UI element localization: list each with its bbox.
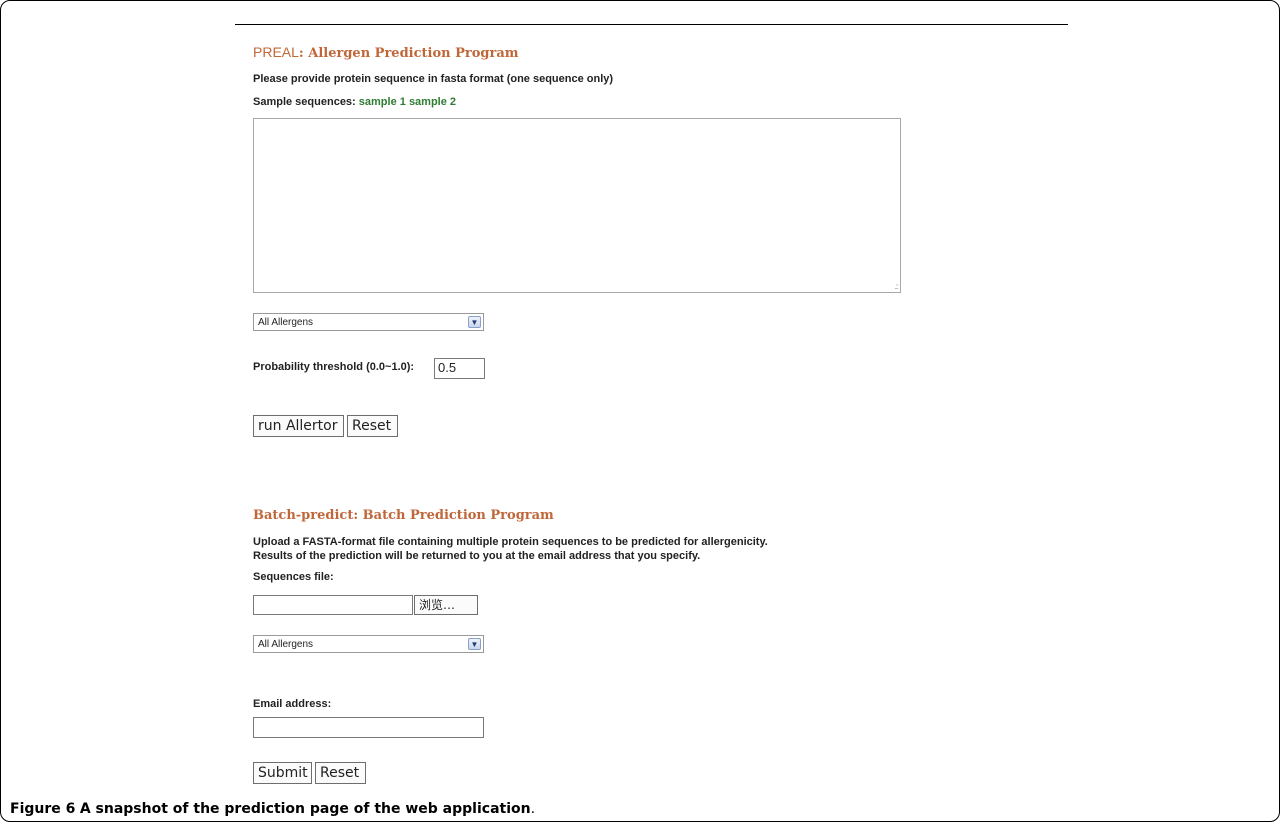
figure-caption-text: A snapshot of the prediction page of the… [79, 801, 531, 817]
figure-caption: Figure 6 A snapshot of the prediction pa… [10, 801, 535, 817]
figure-caption-period: . [530, 801, 536, 817]
preal-reset-button[interactable]: Reset [347, 415, 398, 437]
preal-heading: PREAL: Allergen Prediction Program [253, 44, 519, 61]
threshold-input[interactable]: 0.5 [434, 358, 485, 379]
batch-allergen-type-select[interactable]: All Allergens ▼ [253, 635, 484, 653]
threshold-label: Probability threshold (0.0~1.0): [253, 361, 415, 373]
browse-file-button[interactable]: 浏览… [414, 595, 478, 615]
allergen-type-select-value: All Allergens [258, 317, 314, 328]
preal-heading-rest: : Allergen Prediction Program [298, 46, 519, 61]
preal-heading-brand: PREAL [253, 44, 299, 60]
sequences-file-label: Sequences file: [253, 571, 334, 583]
email-address-label: Email address: [253, 698, 332, 710]
batch-allergen-type-select-value: All Allergens [258, 639, 314, 650]
sample-2-link[interactable]: sample 2 [409, 96, 456, 108]
run-allertor-button[interactable]: run Allertor [253, 415, 344, 437]
screenshot-top-border [235, 24, 1068, 25]
batch-heading: Batch-predict: Batch Prediction Program [253, 508, 554, 523]
batch-instruction-line1: Upload a FASTA-format file containing mu… [253, 536, 768, 548]
batch-instruction-line2: Results of the prediction will be return… [253, 550, 701, 562]
sample-1-link[interactable]: sample 1 [359, 96, 406, 108]
submit-button[interactable]: Submit [253, 762, 312, 784]
preal-instruction: Please provide protein sequence in fasta… [253, 73, 614, 85]
batch-reset-button[interactable]: Reset [315, 762, 366, 784]
sequences-file-input[interactable] [253, 595, 413, 615]
sequence-textarea[interactable]: .:: [253, 118, 901, 293]
chevron-down-icon[interactable]: ▼ [468, 638, 481, 650]
email-address-input[interactable] [253, 717, 484, 738]
figure-caption-label: Figure 6 [10, 801, 76, 817]
chevron-down-icon[interactable]: ▼ [468, 316, 481, 328]
resize-grip-icon[interactable]: .:: [894, 282, 899, 291]
sample-sequences-label: Sample sequences: [253, 96, 356, 108]
sample-sequences-row: Sample sequences: sample 1 sample 2 [253, 96, 456, 108]
allergen-type-select[interactable]: All Allergens ▼ [253, 313, 484, 331]
